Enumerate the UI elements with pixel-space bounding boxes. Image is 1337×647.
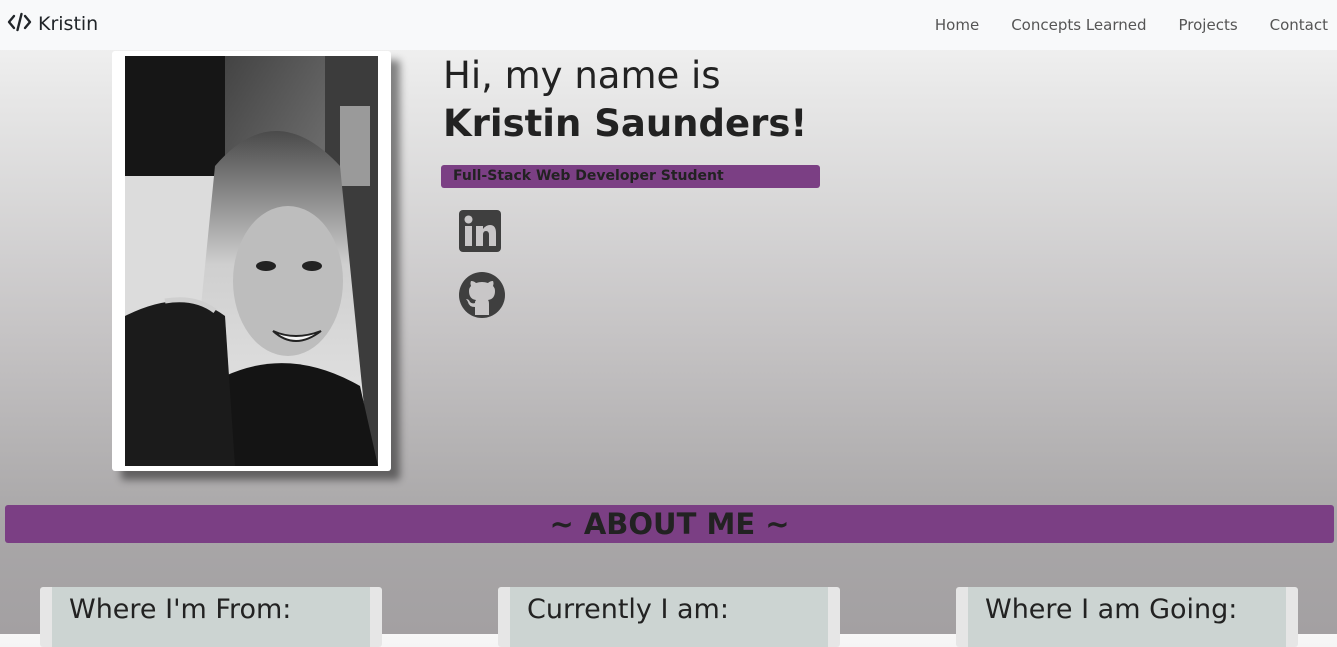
card-title: Where I'm From:	[69, 594, 292, 625]
card-where-from: Where I'm From:	[40, 587, 382, 647]
brand[interactable]: Kristin	[7, 12, 98, 36]
github-link[interactable]	[458, 271, 506, 323]
profile-photo-frame	[112, 51, 391, 471]
name-heading: Kristin Saunders!	[443, 102, 808, 145]
about-me-banner: ~ ABOUT ME ~	[5, 505, 1334, 543]
card-title: Where I am Going:	[985, 594, 1238, 625]
nav-link-contact[interactable]: Contact	[1254, 16, 1337, 34]
code-icon	[7, 12, 32, 36]
card-where-going: Where I am Going:	[956, 587, 1298, 647]
intro: Hi, my name is Kristin Saunders!	[443, 53, 807, 147]
nav-links: Home Concepts Learned Projects Contact	[919, 0, 1337, 50]
linkedin-icon	[458, 210, 502, 257]
card-currently: Currently I am:	[498, 587, 840, 647]
profile-photo	[125, 56, 378, 466]
github-icon	[458, 272, 506, 323]
card-title: Currently I am:	[527, 594, 729, 625]
nav-link-concepts-learned[interactable]: Concepts Learned	[995, 16, 1162, 34]
nav-link-projects[interactable]: Projects	[1163, 16, 1254, 34]
navbar: Kristin Home Concepts Learned Projects C…	[0, 0, 1337, 50]
subtitle-banner: Full-Stack Web Developer Student	[441, 165, 820, 188]
brand-name: Kristin	[38, 13, 99, 35]
greeting-heading: Hi, my name is	[443, 54, 721, 97]
nav-link-home[interactable]: Home	[919, 16, 995, 34]
linkedin-link[interactable]	[458, 209, 502, 257]
